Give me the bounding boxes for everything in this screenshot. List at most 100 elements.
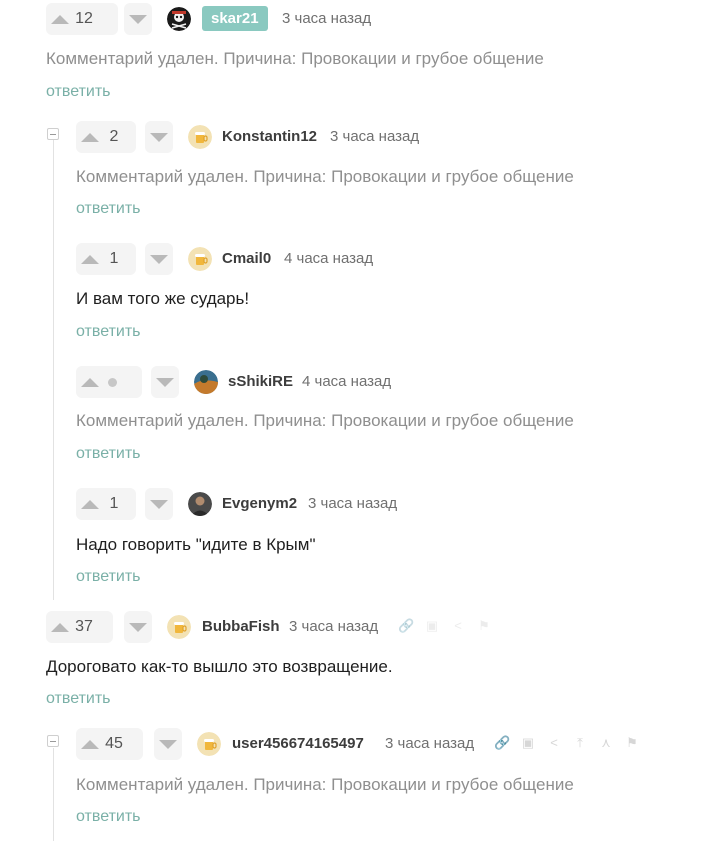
rating-count: 12 [75, 10, 93, 27]
save-icon[interactable]: ▣ [424, 618, 440, 634]
vote-box: 12 [46, 3, 118, 35]
username[interactable]: sShikiRE [228, 373, 293, 390]
username-badge[interactable]: skar21 [202, 6, 268, 31]
comment-tools: 🔗 ▣ < ⚑ [398, 618, 492, 634]
arrow-down-icon [156, 377, 174, 387]
avatar[interactable] [188, 492, 212, 516]
rating-count: 2 [109, 128, 119, 145]
timestamp[interactable]: 4 часа назад [302, 373, 391, 390]
beer-avatar-icon [197, 732, 221, 756]
upvote-button[interactable] [46, 3, 74, 35]
arrow-down-icon [159, 739, 177, 749]
arrow-up-icon [51, 14, 69, 24]
upvote-button[interactable] [76, 243, 104, 275]
deleted-comment-text: Комментарий удален. Причина: Провокации … [76, 411, 574, 430]
arrow-down-icon [129, 14, 147, 24]
share-icon[interactable]: < [546, 735, 562, 751]
vote-box: 45 [76, 728, 143, 760]
comment-tools: 🔗 ▣ < ⤒ ⋏ ⚑ [494, 735, 640, 751]
avatar[interactable] [167, 7, 191, 31]
timestamp[interactable]: 3 часа назад [289, 618, 378, 635]
flag-icon[interactable]: ⚑ [624, 735, 640, 751]
beer-avatar-icon [188, 125, 212, 149]
vote-box: 1 [76, 243, 136, 275]
beer-avatar-icon [167, 615, 191, 639]
deleted-comment-text: Комментарий удален. Причина: Провокации … [76, 775, 574, 794]
username[interactable]: Konstantin12 [222, 128, 317, 145]
upvote-button[interactable] [46, 611, 74, 643]
timestamp[interactable]: 4 часа назад [284, 250, 373, 267]
arrow-down-icon [150, 499, 168, 509]
upvote-button[interactable] [76, 488, 104, 520]
photo-avatar-icon [188, 492, 212, 516]
thread-line [53, 140, 54, 600]
downvote-button[interactable] [145, 243, 173, 275]
vote-box: 1 [76, 488, 136, 520]
comment-text: И вам того же сударь! [76, 289, 250, 308]
arrow-up-icon [51, 622, 69, 632]
avatar[interactable] [188, 125, 212, 149]
upvote-button[interactable] [76, 366, 104, 398]
reply-link[interactable]: ответить [76, 808, 141, 826]
rating-count: 1 [109, 250, 119, 267]
downvote-button[interactable] [145, 121, 173, 153]
thread-line [53, 748, 54, 841]
share-icon[interactable]: < [450, 618, 466, 634]
reply-link[interactable]: ответить [46, 690, 111, 708]
reply-link[interactable]: ответить [76, 445, 141, 463]
deleted-comment-text: Комментарий удален. Причина: Провокации … [76, 167, 574, 186]
username[interactable]: user456674165497 [232, 735, 364, 752]
link-icon[interactable]: 🔗 [398, 618, 414, 634]
downvote-button[interactable] [124, 611, 152, 643]
avatar[interactable] [197, 732, 221, 756]
save-icon[interactable]: ▣ [520, 735, 536, 751]
timestamp[interactable]: 3 часа назад [282, 10, 371, 27]
comment-text: Дороговато как-то вышло это возвращение. [46, 657, 393, 676]
avatar[interactable] [194, 370, 218, 394]
reply-link[interactable]: ответить [76, 200, 141, 218]
reply-link[interactable]: ответить [76, 323, 141, 341]
username[interactable]: BubbaFish [202, 618, 280, 635]
timestamp[interactable]: 3 часа назад [308, 495, 397, 512]
downvote-button[interactable] [124, 3, 152, 35]
arrow-down-icon [150, 254, 168, 264]
reply-link[interactable]: ответить [46, 83, 111, 101]
comment-text: Надо говорить "идите в Крым" [76, 535, 316, 554]
arrow-up-icon [81, 377, 99, 387]
arrow-up-icon [81, 739, 99, 749]
arrow-up-icon [81, 132, 99, 142]
upvote-button[interactable] [76, 121, 104, 153]
arrow-up-icon [81, 499, 99, 509]
scroll-up-icon[interactable]: ⤒ [572, 735, 588, 751]
downvote-button[interactable] [151, 366, 179, 398]
vote-box: 2 [76, 121, 136, 153]
username[interactable]: Evgenym2 [222, 495, 297, 512]
username[interactable]: Cmail0 [222, 250, 271, 267]
collapse-thread-button[interactable] [47, 735, 59, 747]
link-icon[interactable]: 🔗 [494, 735, 510, 751]
rating-count: 1 [109, 495, 119, 512]
photo-avatar-icon [194, 370, 218, 394]
avatar[interactable] [188, 247, 212, 271]
vote-box: 37 [46, 611, 113, 643]
downvote-button[interactable] [145, 488, 173, 520]
pirate-avatar-icon [167, 7, 191, 31]
flag-icon[interactable]: ⚑ [476, 618, 492, 634]
arrow-down-icon [150, 132, 168, 142]
collapse-thread-button[interactable] [47, 128, 59, 140]
downvote-button[interactable] [154, 728, 182, 760]
vote-box [76, 366, 142, 398]
timestamp[interactable]: 3 часа назад [330, 128, 419, 145]
arrow-down-icon [129, 622, 147, 632]
branch-icon[interactable]: ⋏ [598, 735, 614, 751]
avatar[interactable] [167, 615, 191, 639]
rating-count: 45 [105, 735, 123, 752]
beer-avatar-icon [188, 247, 212, 271]
arrow-up-icon [81, 254, 99, 264]
reply-link[interactable]: ответить [76, 568, 141, 586]
upvote-button[interactable] [76, 728, 104, 760]
deleted-comment-text: Комментарий удален. Причина: Провокации … [46, 49, 544, 68]
hidden-rating-dot [108, 377, 117, 387]
rating-count: 37 [75, 618, 93, 635]
timestamp[interactable]: 3 часа назад [385, 735, 474, 752]
